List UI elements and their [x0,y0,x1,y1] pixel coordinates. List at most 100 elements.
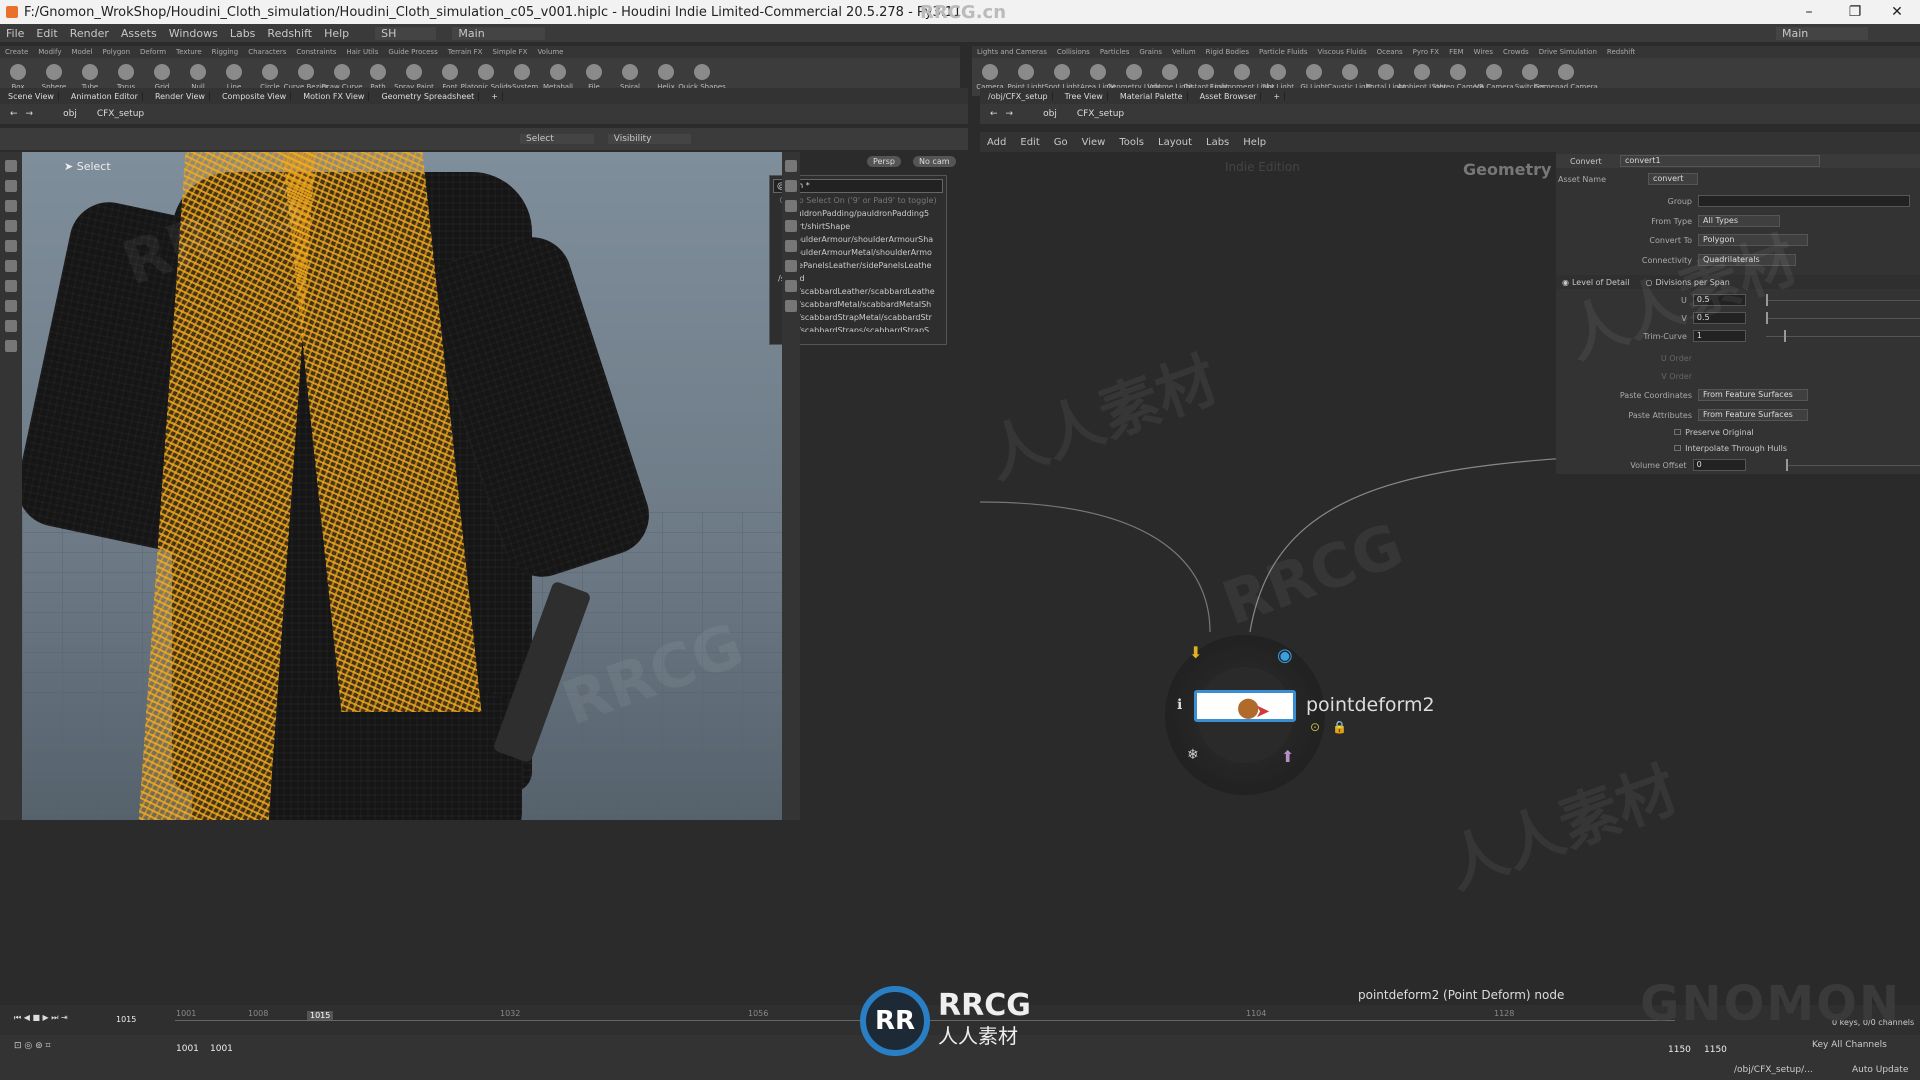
normal-display-icon[interactable] [785,280,797,292]
menu-add[interactable]: Add [987,137,1006,148]
shelf-tab[interactable]: Constraints [296,48,336,56]
minimize-button[interactable]: – [1786,0,1832,24]
visibility-dropdown[interactable]: Visibility [607,134,692,144]
shelf-tool-sky-light[interactable]: Sky Light [1262,63,1294,91]
path-obj[interactable]: obj [63,109,77,119]
shelf-tool-torus[interactable]: Torus [110,63,142,91]
shelf-tab[interactable]: Characters [248,48,286,56]
menu-labs[interactable]: Labs [1206,137,1229,148]
shelf-tab[interactable]: Rigid Bodies [1206,48,1249,56]
lock-icon[interactable]: 🔒 [1332,720,1347,734]
u-field[interactable]: 0.5 [1692,294,1747,306]
menu-help[interactable]: Help [1243,137,1266,148]
shelf-tab[interactable]: Volume [537,48,563,56]
shelf-tool-platonic-solids[interactable]: Platonic Solids [461,63,511,91]
menu-windows[interactable]: Windows [169,27,218,40]
shelf-tab[interactable]: Polygon [103,48,131,56]
menu-edit[interactable]: Edit [1020,137,1039,148]
lock-icon[interactable] [785,180,797,192]
shelf-tab[interactable]: Redshift [1607,48,1635,56]
menu-file[interactable]: File [6,27,24,40]
scene-viewport[interactable] [22,152,782,820]
volume-offset-field[interactable]: 0 [1692,459,1746,471]
tab-composite-view[interactable]: Composite View [218,91,292,101]
shelf-tab[interactable]: Deform [140,48,166,56]
display-option-icon[interactable] [785,160,797,172]
menu-redshift[interactable]: Redshift [267,27,312,40]
shelf-tool-gi-light[interactable]: GI Light [1298,63,1330,91]
shelf-tool-grid[interactable]: Grid [146,63,178,91]
volume-offset-slider[interactable] [1785,458,1920,471]
tab-geometry-spreadsheet[interactable]: Geometry Spreadsheet [377,91,480,101]
shelf-tab[interactable]: Vellum [1172,48,1196,56]
node-name-field[interactable]: convert1 [1620,155,1820,167]
shelf-tool-spot-light[interactable]: Spot Light [1044,63,1080,91]
menu-assets[interactable]: Assets [121,27,157,40]
shelf-tab[interactable]: Crowds [1503,48,1529,56]
shelf-tab[interactable]: Rigging [212,48,239,56]
u-slider[interactable] [1766,293,1920,306]
auto-update-button[interactable]: Auto Update [1852,1065,1908,1075]
desktop-select[interactable]: SH [375,26,437,40]
light-icon[interactable] [785,200,797,212]
menu-labs[interactable]: Labs [230,27,256,40]
shelf-tool-caustic-light[interactable]: Caustic Light [1327,63,1373,91]
add-tab-icon[interactable]: + [487,91,503,101]
template-flag-icon[interactable]: ⬆ [1281,747,1294,766]
shelf-tab[interactable]: Oceans [1377,48,1403,56]
shelf-tool-point-light[interactable]: Point Light [1007,63,1045,91]
desktop-right-select[interactable]: Main [1776,26,1869,40]
shelf-tool-file[interactable]: File [578,63,610,91]
shelf-tool-quick-shapes[interactable]: Quick Shapes [678,63,726,91]
frame-marker[interactable]: 1015 [307,1011,334,1020]
tab-render-view[interactable]: Render View [151,91,210,101]
tab-material-palette[interactable]: Material Palette [1116,91,1188,101]
forward-arrow-icon[interactable]: → [26,109,34,119]
menu-layout[interactable]: Layout [1158,137,1192,148]
convert-to-dropdown[interactable]: Polygon [1698,234,1808,246]
point-display-icon[interactable] [785,260,797,272]
shelf-tab[interactable]: Simple FX [492,48,527,56]
shelf-tab[interactable]: Texture [176,48,202,56]
brush-tool-icon[interactable] [5,280,17,292]
menu-help[interactable]: Help [324,27,349,40]
back-arrow-icon[interactable]: ← [990,109,998,119]
shelf-tool-tube[interactable]: Tube [74,63,106,91]
shelf-tool-camera[interactable]: Camera [974,63,1006,91]
shelf-tool-line[interactable]: Line [218,63,250,91]
shelf-tool-spray-paint[interactable]: Spray Paint [394,63,434,91]
shelf-tool-circle[interactable]: Circle [254,63,286,91]
trim-curve-field[interactable]: 1 [1692,330,1747,342]
asset-name-dropdown[interactable]: convert [1648,173,1698,185]
shelf-tab[interactable]: FEM [1449,48,1464,56]
shelf-tab[interactable]: Hair Utils [346,48,378,56]
main-desktop-select[interactable]: Main [452,26,545,40]
camera-select-button[interactable]: No cam [913,156,956,167]
lod-radio[interactable]: ◉ [1562,278,1569,287]
shelf-tab[interactable]: Create [5,48,28,56]
shelf-tool-metaball[interactable]: Metaball [542,63,574,91]
freeze-icon[interactable]: ❄ [1187,747,1199,763]
handle-tool-icon[interactable] [5,240,17,252]
forward-arrow-icon[interactable]: → [1006,109,1014,119]
preserve-original-checkbox[interactable]: ☐ [1674,428,1681,437]
v-slider[interactable] [1766,311,1920,324]
menu-edit[interactable]: Edit [36,27,57,40]
shelf-tool-helix[interactable]: Helix [650,63,682,91]
group-field[interactable] [1698,195,1910,207]
shelf-tab[interactable]: Drive Simulation [1539,48,1597,56]
shelf-tool-l-system[interactable]: L-System [506,63,538,91]
shelf-tab[interactable]: Modify [38,48,61,56]
shelf-tab[interactable]: Terrain FX [448,48,483,56]
maximize-button[interactable]: ❐ [1832,0,1878,24]
path-obj[interactable]: obj [1043,109,1057,119]
current-frame[interactable]: 1015 [116,1015,136,1024]
bypass-flag-icon[interactable]: ⬇ [1189,643,1202,662]
shelf-tool-spiral[interactable]: Spiral [614,63,646,91]
shelf-tab[interactable]: Collisions [1057,48,1090,56]
move-tool-icon[interactable] [5,180,17,192]
menu-tools[interactable]: Tools [1119,137,1144,148]
select-mode-dropdown[interactable]: Select [520,134,594,144]
path-cfx-setup[interactable]: CFX_setup [1077,109,1124,119]
tab-animation-editor[interactable]: Animation Editor [67,91,143,101]
